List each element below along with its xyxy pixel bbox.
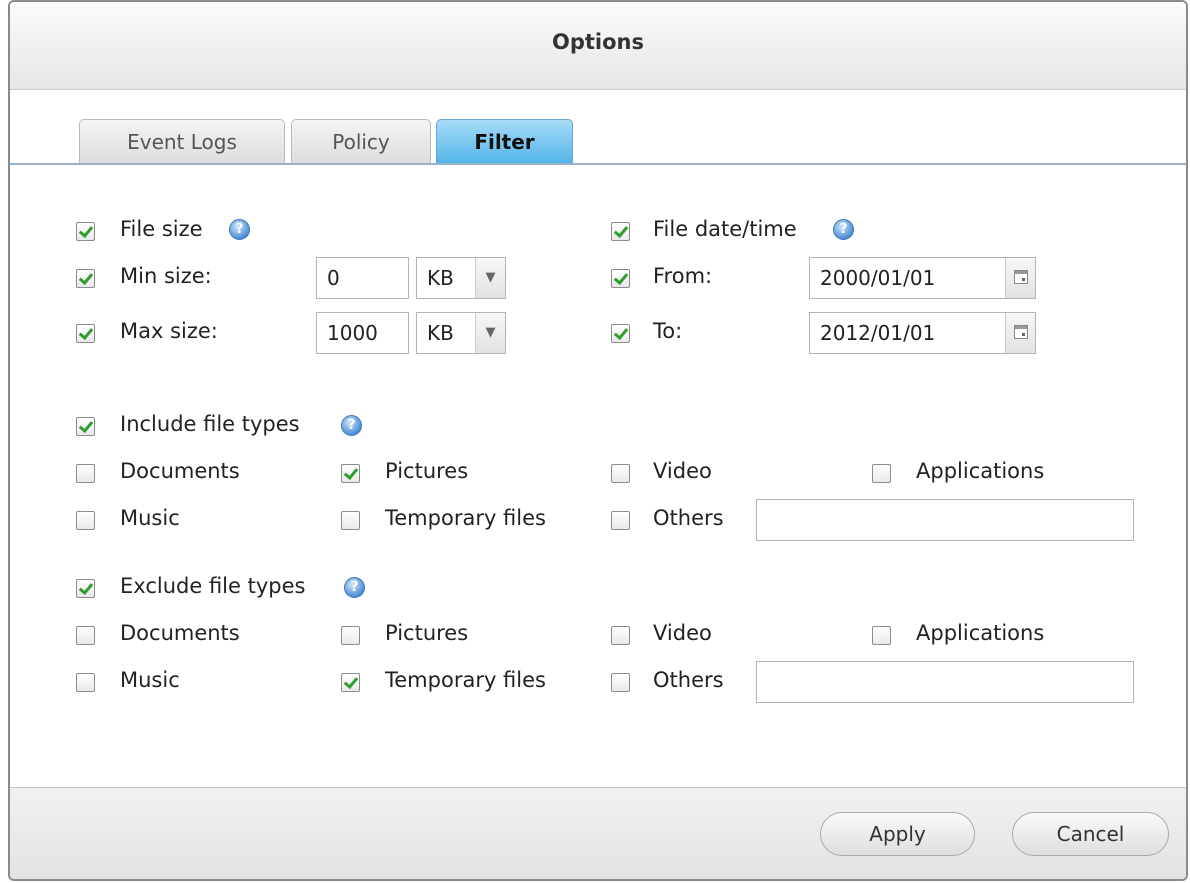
file-date-checkbox[interactable] xyxy=(611,222,630,241)
dialog-title: Options xyxy=(552,30,644,54)
exclude-video-checkbox[interactable] xyxy=(611,626,630,645)
exclude-documents-label: Documents xyxy=(120,621,240,645)
date-to-label: To: xyxy=(653,319,683,343)
exclude-music-checkbox[interactable] xyxy=(76,673,95,692)
dialog-footer: Apply Cancel xyxy=(10,787,1186,879)
date-from-checkbox[interactable] xyxy=(611,269,630,288)
exclude-types-checkbox[interactable] xyxy=(76,579,95,598)
date-to-input[interactable]: 2012/01/01 xyxy=(809,312,1036,354)
calendar-icon xyxy=(1014,270,1028,284)
exclude-applications-checkbox[interactable] xyxy=(872,626,891,645)
dialog-titlebar: Options xyxy=(10,2,1186,90)
min-size-checkbox[interactable] xyxy=(76,269,95,288)
include-others-label: Others xyxy=(653,506,724,530)
help-icon[interactable]: ? xyxy=(344,577,365,598)
include-applications-label: Applications xyxy=(916,459,1045,483)
include-music-checkbox[interactable] xyxy=(76,511,95,530)
tab-bar: Event Logs Policy Filter xyxy=(10,119,1186,165)
include-pictures-checkbox[interactable] xyxy=(341,464,360,483)
include-temporary-label: Temporary files xyxy=(385,506,546,530)
apply-button[interactable]: Apply xyxy=(820,812,975,856)
file-date-label: File date/time xyxy=(653,217,797,241)
include-others-checkbox[interactable] xyxy=(611,511,630,530)
max-size-unit-value: KB xyxy=(427,321,454,345)
help-icon[interactable]: ? xyxy=(833,219,854,240)
options-dialog: Options Event Logs Policy Filter File si… xyxy=(8,0,1188,881)
exclude-others-label: Others xyxy=(653,668,724,692)
help-icon[interactable]: ? xyxy=(229,219,250,240)
exclude-temporary-checkbox[interactable] xyxy=(341,673,360,692)
exclude-video-label: Video xyxy=(653,621,712,645)
exclude-temporary-label: Temporary files xyxy=(385,668,546,692)
tab-event-logs[interactable]: Event Logs xyxy=(79,119,285,165)
include-video-label: Video xyxy=(653,459,712,483)
exclude-others-checkbox[interactable] xyxy=(611,673,630,692)
calendar-icon xyxy=(1014,325,1028,339)
exclude-applications-label: Applications xyxy=(916,621,1045,645)
max-size-input[interactable]: 1000 xyxy=(316,312,409,354)
exclude-types-label: Exclude file types xyxy=(120,574,306,598)
include-applications-checkbox[interactable] xyxy=(872,464,891,483)
include-types-checkbox[interactable] xyxy=(76,417,95,436)
max-size-label: Max size: xyxy=(120,319,218,343)
date-to-picker-button[interactable] xyxy=(1005,313,1035,353)
exclude-music-label: Music xyxy=(120,668,180,692)
file-size-label: File size xyxy=(120,217,203,241)
exclude-pictures-label: Pictures xyxy=(385,621,469,645)
min-size-input[interactable]: 0 xyxy=(316,257,409,299)
chevron-down-icon[interactable]: ▼ xyxy=(475,313,505,353)
include-documents-checkbox[interactable] xyxy=(76,464,95,483)
help-icon[interactable]: ? xyxy=(341,415,362,436)
exclude-documents-checkbox[interactable] xyxy=(76,626,95,645)
include-temporary-checkbox[interactable] xyxy=(341,511,360,530)
date-from-input[interactable]: 2000/01/01 xyxy=(809,257,1036,299)
date-to-value: 2012/01/01 xyxy=(820,321,936,345)
include-pictures-label: Pictures xyxy=(385,459,469,483)
cancel-button[interactable]: Cancel xyxy=(1012,812,1169,856)
max-size-checkbox[interactable] xyxy=(76,324,95,343)
exclude-others-input[interactable] xyxy=(756,661,1134,703)
include-music-label: Music xyxy=(120,506,180,530)
exclude-pictures-checkbox[interactable] xyxy=(341,626,360,645)
chevron-down-icon[interactable]: ▼ xyxy=(475,258,505,298)
date-to-checkbox[interactable] xyxy=(611,324,630,343)
min-size-unit-select[interactable]: KB ▼ xyxy=(416,257,506,299)
file-size-checkbox[interactable] xyxy=(76,222,95,241)
include-types-label: Include file types xyxy=(120,412,300,436)
include-video-checkbox[interactable] xyxy=(611,464,630,483)
date-from-label: From: xyxy=(653,264,713,288)
include-others-input[interactable] xyxy=(756,499,1134,541)
min-size-label: Min size: xyxy=(120,264,212,288)
date-from-value: 2000/01/01 xyxy=(820,266,936,290)
tab-filter[interactable]: Filter xyxy=(436,119,573,165)
min-size-unit-value: KB xyxy=(427,266,454,290)
include-documents-label: Documents xyxy=(120,459,240,483)
date-from-picker-button[interactable] xyxy=(1005,258,1035,298)
max-size-unit-select[interactable]: KB ▼ xyxy=(416,312,506,354)
tab-divider xyxy=(10,163,1186,165)
tab-policy[interactable]: Policy xyxy=(291,119,431,165)
